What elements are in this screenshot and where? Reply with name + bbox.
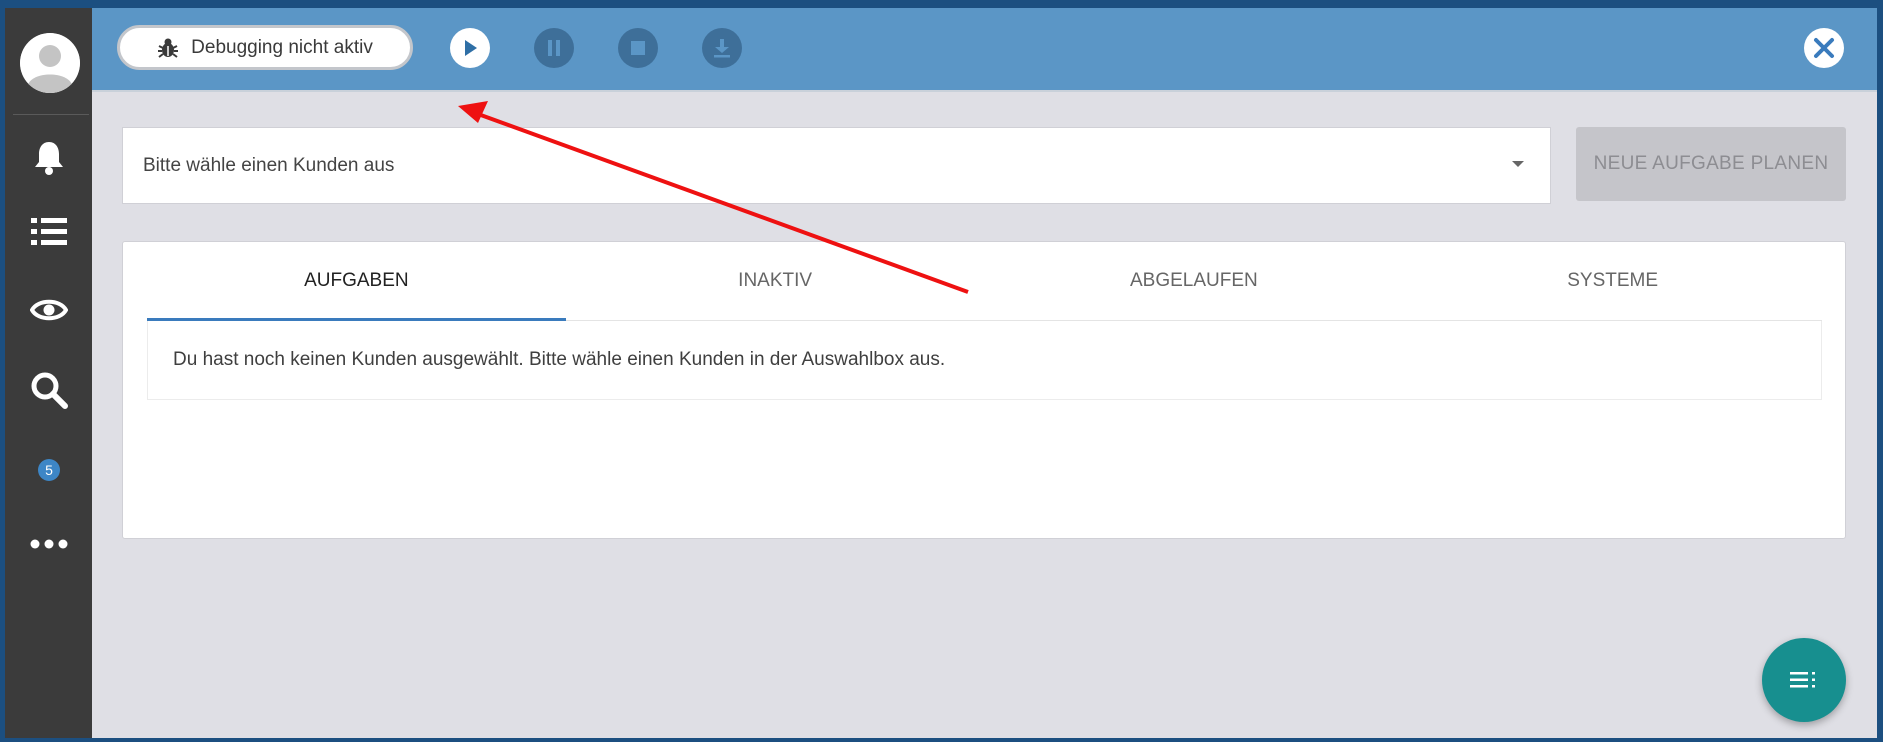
tasks-card: AUFGABEN INAKTIV ABGELAUFEN SYSTEME Du h… bbox=[122, 241, 1846, 539]
play-button[interactable] bbox=[450, 28, 490, 68]
empty-state-message: Du hast noch keinen Kunden ausgewählt. B… bbox=[173, 349, 946, 370]
sidebar: 5 bbox=[5, 8, 92, 738]
tab-aufgaben[interactable]: AUFGABEN bbox=[147, 242, 566, 321]
new-task-button[interactable]: NEUE AUFGABE PLANEN bbox=[1576, 127, 1846, 201]
debugging-status-button[interactable]: Debugging nicht aktiv bbox=[117, 25, 413, 70]
sidebar-item-list[interactable] bbox=[27, 210, 71, 254]
customer-select-placeholder: Bitte wähle einen Kunden aus bbox=[143, 155, 395, 176]
close-icon bbox=[1814, 38, 1834, 58]
tab-panel: Du hast noch keinen Kunden ausgewählt. B… bbox=[147, 321, 1822, 400]
tab-systeme[interactable]: SYSTEME bbox=[1403, 242, 1822, 320]
sidebar-item-watch[interactable] bbox=[27, 288, 71, 332]
stop-button[interactable] bbox=[618, 28, 658, 68]
sidebar-divider bbox=[13, 114, 89, 115]
play-icon bbox=[465, 40, 477, 56]
pause-icon bbox=[548, 40, 560, 56]
more-icon bbox=[30, 539, 68, 549]
debug-toolbar: Debugging nicht aktiv bbox=[92, 8, 1877, 92]
tab-bar: AUFGABEN INAKTIV ABGELAUFEN SYSTEME bbox=[147, 242, 1822, 321]
list-icon bbox=[31, 218, 67, 245]
sidebar-item-search[interactable] bbox=[27, 368, 71, 412]
sidebar-item-notifications[interactable] bbox=[27, 136, 71, 180]
bell-icon bbox=[35, 142, 63, 175]
close-button[interactable] bbox=[1804, 28, 1844, 68]
tab-abgelaufen[interactable]: ABGELAUFEN bbox=[985, 242, 1404, 320]
tab-inaktiv[interactable]: INAKTIV bbox=[566, 242, 985, 320]
chevron-down-icon bbox=[1512, 161, 1524, 167]
user-avatar[interactable] bbox=[20, 33, 80, 93]
playlist-icon bbox=[1790, 672, 1815, 688]
download-icon bbox=[714, 39, 730, 58]
search-count-badge: 5 bbox=[38, 459, 60, 481]
bug-icon bbox=[158, 38, 179, 58]
user-avatar-icon bbox=[20, 33, 80, 93]
app-window: 5 Debugging nicht aktiv Bitte wähle eine… bbox=[5, 8, 1877, 738]
sidebar-item-more[interactable] bbox=[27, 522, 71, 566]
stop-icon bbox=[631, 41, 645, 55]
menu-fab-button[interactable] bbox=[1762, 638, 1846, 722]
pause-button[interactable] bbox=[534, 28, 574, 68]
download-button[interactable] bbox=[702, 28, 742, 68]
eye-icon bbox=[30, 299, 68, 321]
search-icon bbox=[31, 372, 68, 409]
debugging-status-label: Debugging nicht aktiv bbox=[191, 36, 373, 58]
customer-select[interactable]: Bitte wähle einen Kunden aus bbox=[122, 127, 1551, 204]
